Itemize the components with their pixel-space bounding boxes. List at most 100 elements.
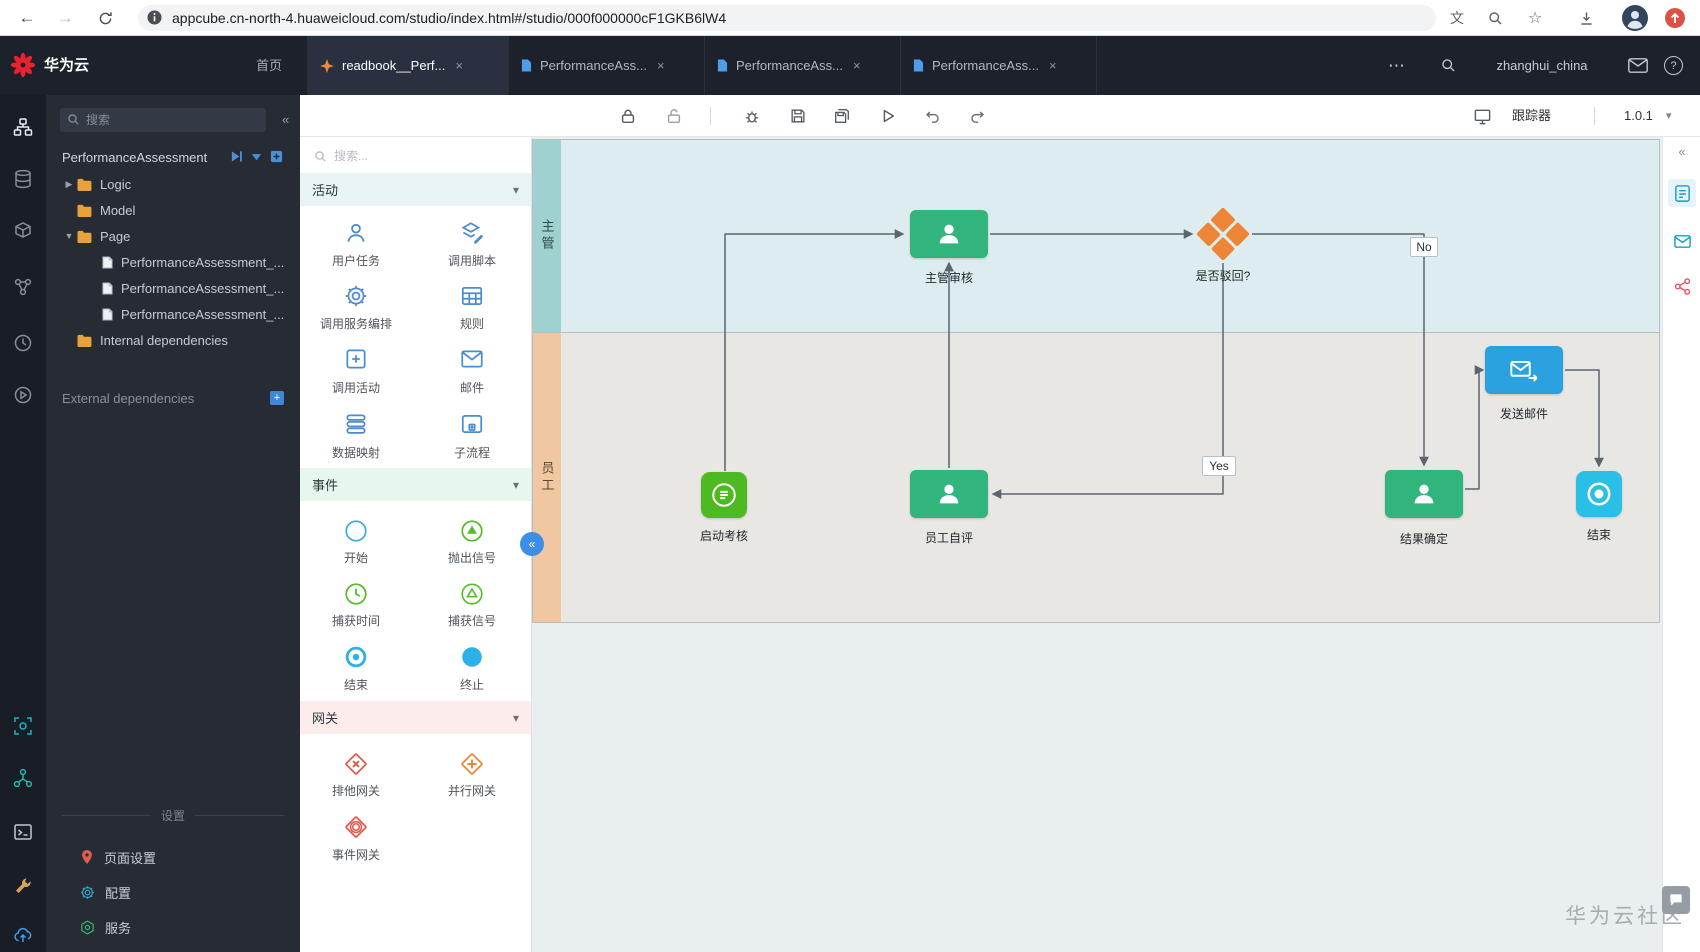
data-mapping-icon[interactable] bbox=[342, 410, 370, 438]
configuration-item[interactable]: 配置 bbox=[46, 878, 300, 906]
import-icon[interactable] bbox=[250, 150, 263, 163]
start-event-icon[interactable] bbox=[342, 517, 370, 545]
translate-icon[interactable]: 文 bbox=[1444, 5, 1470, 31]
tab-performance-2[interactable]: PerformanceAss... × bbox=[704, 36, 901, 95]
tab-close-icon[interactable]: × bbox=[1049, 58, 1057, 73]
node-employee-self-review[interactable] bbox=[910, 470, 988, 518]
wrench-icon[interactable] bbox=[13, 876, 33, 896]
lock-icon[interactable] bbox=[618, 106, 638, 126]
event-gateway-icon[interactable] bbox=[342, 813, 370, 841]
tab-close-icon[interactable]: × bbox=[853, 58, 861, 73]
tab-performance-1[interactable]: PerformanceAss... × bbox=[508, 36, 705, 95]
tree-item-model[interactable]: Model bbox=[46, 197, 300, 223]
browser-forward-button[interactable]: → bbox=[52, 5, 78, 31]
version-chevron-icon[interactable]: ▾ bbox=[1666, 95, 1672, 137]
tab-close-icon[interactable]: × bbox=[657, 58, 665, 73]
tree-item-internal-dependencies[interactable]: Internal dependencies bbox=[46, 327, 300, 353]
feedback-widget[interactable] bbox=[1662, 886, 1690, 914]
call-activity-icon[interactable] bbox=[342, 345, 370, 373]
org-icon[interactable] bbox=[13, 768, 33, 788]
zoom-icon[interactable] bbox=[1482, 5, 1508, 31]
storage-icon[interactable] bbox=[13, 220, 33, 240]
tree-item-page-child[interactable]: PerformanceAssessment_... bbox=[46, 249, 300, 275]
capture-signal-icon[interactable] bbox=[458, 580, 486, 608]
version-select[interactable]: 1.0.1 bbox=[1624, 95, 1653, 137]
tab-close-icon[interactable]: × bbox=[455, 58, 463, 73]
section-activities[interactable]: 活动 ▾ bbox=[300, 173, 531, 206]
add-component-icon[interactable] bbox=[270, 150, 283, 163]
monitor-icon[interactable] bbox=[1472, 106, 1492, 126]
profile-avatar[interactable] bbox=[1622, 5, 1648, 31]
tree-item-page-child[interactable]: PerformanceAssessment_... bbox=[46, 301, 300, 327]
mail-panel-icon[interactable] bbox=[1668, 227, 1696, 255]
cloud-upload-icon[interactable] bbox=[13, 925, 33, 945]
end-event-icon[interactable] bbox=[342, 643, 370, 671]
rule-icon[interactable] bbox=[458, 282, 486, 310]
node-manager-review[interactable] bbox=[910, 210, 988, 258]
properties-form-icon[interactable] bbox=[1668, 179, 1696, 207]
subprocess-icon[interactable] bbox=[458, 410, 486, 438]
project-row[interactable]: PerformanceAssessment bbox=[46, 144, 300, 170]
tree-item-page[interactable]: ▼ Page bbox=[46, 223, 300, 249]
add-dependency-icon[interactable]: + bbox=[270, 391, 284, 405]
hierarchy-icon[interactable] bbox=[13, 117, 33, 137]
run-icon[interactable] bbox=[878, 106, 898, 126]
debug-run-icon[interactable] bbox=[13, 385, 33, 405]
home-link[interactable]: 首页 bbox=[256, 36, 282, 95]
tab-performance-3[interactable]: PerformanceAss... × bbox=[900, 36, 1097, 95]
browser-update-icon[interactable] bbox=[1664, 7, 1686, 29]
browser-back-button[interactable]: ← bbox=[14, 5, 40, 31]
capture-time-icon[interactable] bbox=[342, 580, 370, 608]
palette-collapse-handle[interactable]: « bbox=[520, 532, 544, 556]
bookmark-star-icon[interactable]: ☆ bbox=[1522, 5, 1548, 31]
expand-panel-icon[interactable]: « bbox=[1663, 139, 1700, 163]
edge-label-no[interactable]: No bbox=[1410, 237, 1438, 257]
terminate-icon[interactable] bbox=[458, 643, 486, 671]
clock-icon[interactable] bbox=[13, 333, 33, 353]
mail-icon[interactable] bbox=[1628, 58, 1648, 73]
save-icon[interactable] bbox=[788, 106, 808, 126]
address-bar[interactable]: appcube.cn-north-4.huaweicloud.com/studi… bbox=[138, 5, 1436, 31]
redo-icon[interactable] bbox=[968, 106, 988, 126]
node-result-confirm[interactable] bbox=[1385, 470, 1463, 518]
node-start-assessment[interactable] bbox=[701, 472, 747, 518]
tree-item-logic[interactable]: ▶ Logic bbox=[46, 171, 300, 197]
throw-signal-icon[interactable] bbox=[458, 517, 486, 545]
help-icon[interactable]: ? bbox=[1664, 56, 1683, 75]
node-end[interactable] bbox=[1576, 471, 1622, 517]
palette-search-input[interactable] bbox=[334, 145, 514, 167]
relation-panel-icon[interactable] bbox=[1668, 272, 1696, 300]
debug-icon[interactable] bbox=[742, 106, 762, 126]
section-gateways[interactable]: 网关 ▾ bbox=[300, 701, 531, 734]
site-info-icon[interactable] bbox=[147, 10, 162, 25]
nodes-icon[interactable] bbox=[13, 277, 33, 297]
edge-label-yes[interactable]: Yes bbox=[1202, 456, 1236, 476]
user-menu[interactable]: zhanghui_china bbox=[1486, 36, 1598, 95]
email-icon[interactable] bbox=[458, 345, 486, 373]
database-icon[interactable] bbox=[13, 169, 33, 189]
call-script-icon[interactable] bbox=[458, 219, 486, 247]
header-search-icon[interactable] bbox=[1440, 57, 1457, 74]
node-send-mail[interactable] bbox=[1485, 346, 1563, 394]
page-settings-item[interactable]: 页面设置 bbox=[46, 843, 300, 871]
explorer-search[interactable] bbox=[60, 108, 266, 132]
tree-expanded-icon[interactable]: ▼ bbox=[62, 231, 76, 241]
download-icon[interactable] bbox=[1573, 5, 1599, 31]
collapse-panel-icon[interactable]: « bbox=[282, 108, 289, 132]
deploy-icon[interactable] bbox=[230, 150, 243, 163]
tracker-button[interactable]: 跟踪器 bbox=[1512, 95, 1551, 137]
exclusive-gateway-icon[interactable] bbox=[342, 750, 370, 778]
tab-readbook-perf[interactable]: readbook__Perf... × bbox=[307, 36, 509, 95]
scan-icon[interactable] bbox=[13, 716, 33, 736]
external-dependencies-row[interactable]: External dependencies + bbox=[46, 385, 300, 411]
lane-employee-strip[interactable]: 员工 bbox=[533, 333, 561, 622]
lane-supervisor-strip[interactable]: 主管 bbox=[533, 140, 561, 332]
user-task-icon[interactable] bbox=[342, 219, 370, 247]
undo-icon[interactable] bbox=[922, 106, 942, 126]
tree-collapsed-icon[interactable]: ▶ bbox=[62, 179, 76, 190]
tree-item-page-child[interactable]: PerformanceAssessment_... bbox=[46, 275, 300, 301]
flow-canvas[interactable]: 主管 员工 启动考核 员工自评 主管审核 是否驳回? 结果确定 发送邮件 结束 … bbox=[532, 137, 1662, 952]
more-tabs-icon[interactable]: ⋯ bbox=[1388, 36, 1405, 95]
save-all-icon[interactable] bbox=[832, 106, 852, 126]
parallel-gateway-icon[interactable] bbox=[458, 750, 486, 778]
